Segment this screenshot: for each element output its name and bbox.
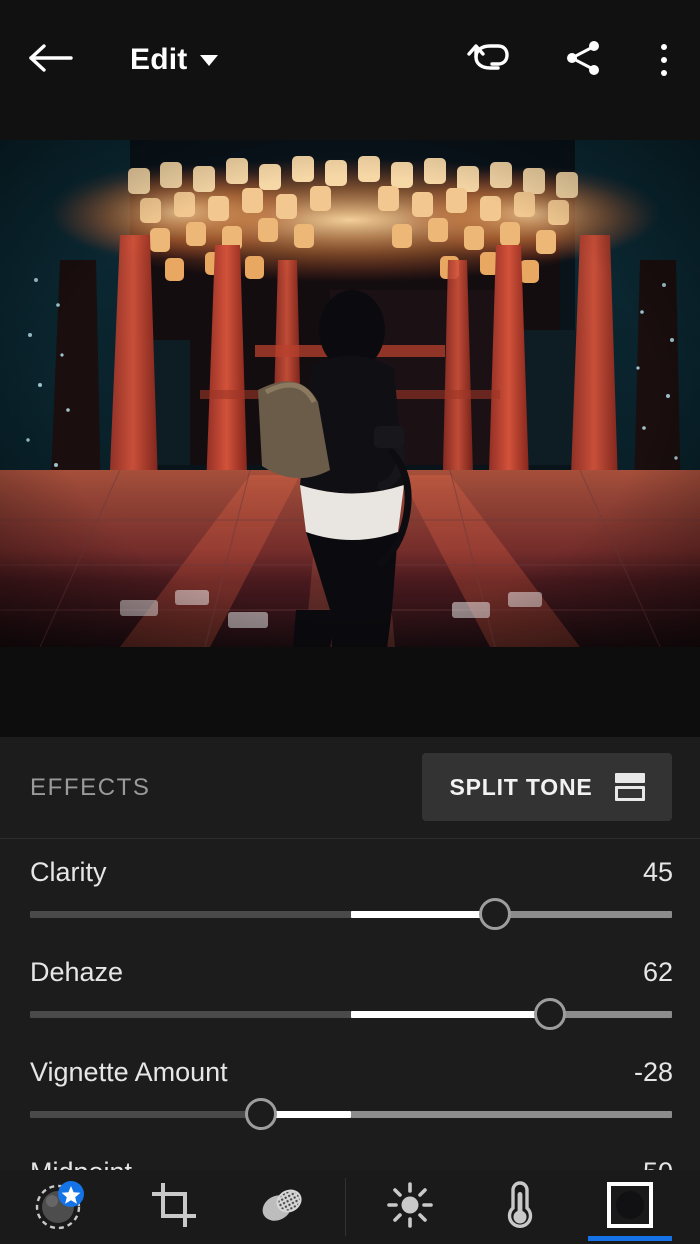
slider-label: Dehaze [30, 957, 124, 987]
slider-fill [351, 911, 496, 918]
slider-track-vignette-amount[interactable] [30, 1098, 672, 1130]
share-icon [563, 38, 603, 83]
slider-label: Clarity [30, 857, 107, 887]
undo-icon [467, 40, 511, 81]
toolbar-item-color[interactable] [462, 1170, 578, 1244]
slider-value: 62 [642, 957, 673, 987]
back-button[interactable] [22, 30, 80, 90]
toolbar-separator [345, 1178, 346, 1236]
slider-value: -28 [633, 1057, 673, 1087]
share-button[interactable] [554, 30, 612, 90]
split-tone-label: SPLIT TONE [449, 773, 593, 800]
active-tab-indicator [588, 1236, 672, 1241]
slider-track-dehaze[interactable] [30, 998, 672, 1030]
toolbar-item-presets[interactable] [2, 1170, 118, 1244]
slider-fill [351, 1011, 551, 1018]
split-tone-icon [614, 773, 645, 801]
presets-star-icon [33, 1178, 87, 1237]
split-tone-button[interactable]: SPLIT TONE [422, 753, 672, 821]
overflow-menu-icon [661, 44, 667, 76]
page-title: Edit [130, 43, 188, 76]
healing-brush-icon [258, 1183, 306, 1232]
thermometer-color-icon [503, 1180, 537, 1235]
slider-track-remainder [351, 1111, 672, 1118]
slider-row-dehaze: Dehaze 62 [0, 939, 700, 1039]
more-options-button[interactable] [640, 30, 688, 90]
toolbar-item-effects[interactable] [572, 1170, 688, 1244]
chevron-down-icon [200, 54, 219, 66]
title-dropdown-button[interactable]: Edit [130, 30, 219, 90]
effects-panel: EFFECTS SPLIT TONE Clarity 45 Dehaze 62 … [0, 737, 700, 1177]
photo-preview[interactable] [0, 140, 700, 647]
photo-stage [0, 140, 700, 737]
slider-track-clarity[interactable] [30, 898, 672, 930]
slider-knob[interactable] [479, 898, 512, 930]
toolbar-item-healing[interactable] [224, 1170, 340, 1244]
toolbar-item-crop[interactable] [116, 1170, 232, 1244]
effects-title: EFFECTS [30, 774, 151, 801]
effects-icon [607, 1181, 653, 1233]
effects-panel-header: EFFECTS SPLIT TONE [0, 737, 700, 838]
slider-knob[interactable] [245, 1098, 278, 1130]
arrow-left-icon [28, 41, 74, 80]
photo-image [0, 140, 700, 647]
undo-button[interactable] [460, 30, 518, 90]
slider-row-vignette-amount: Vignette Amount -28 [0, 1039, 700, 1139]
edit-screen: Edit EFFECTS SPLIT TONE Clarity 45 Dehaz… [0, 0, 700, 1244]
slider-knob[interactable] [534, 998, 567, 1030]
slider-row-clarity: Clarity 45 [0, 839, 700, 939]
bottom-toolbar [0, 1170, 700, 1244]
sun-light-icon [386, 1181, 434, 1234]
top-app-bar: Edit [0, 0, 700, 140]
crop-icon [152, 1182, 196, 1232]
toolbar-item-light[interactable] [352, 1170, 468, 1244]
slider-label: Vignette Amount [30, 1057, 228, 1087]
slider-value: 45 [642, 857, 673, 887]
